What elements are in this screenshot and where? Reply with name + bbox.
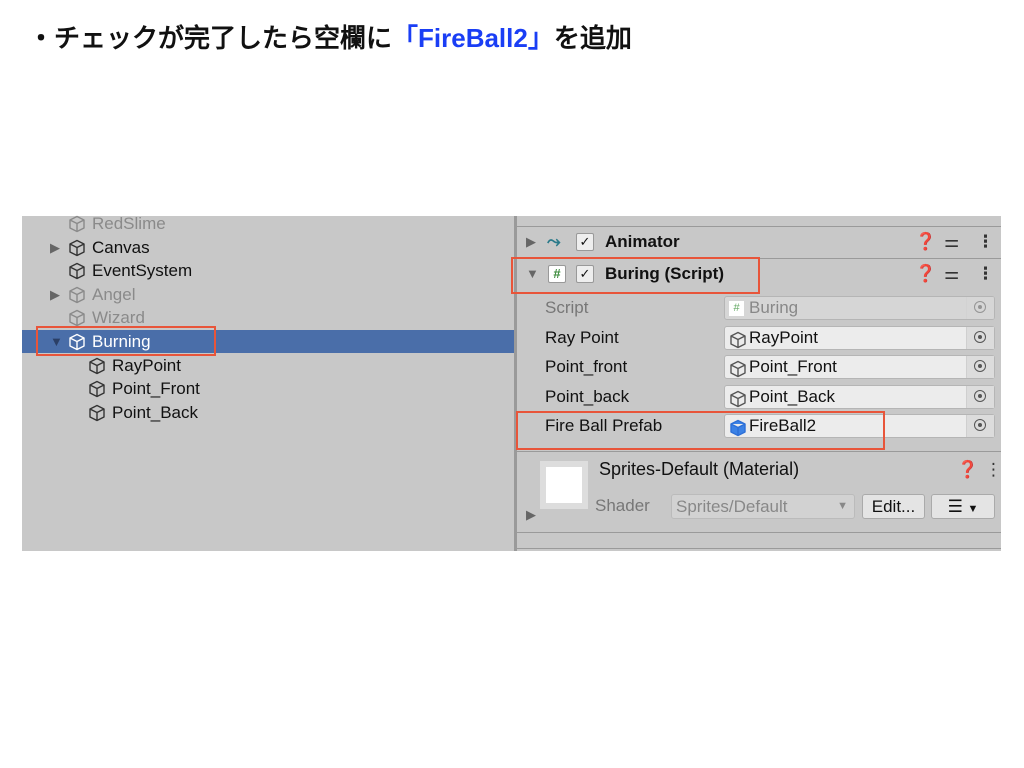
gameobject-icon [729,331,746,348]
object-picker-icon[interactable] [966,385,994,408]
field-value: Buring [749,298,799,317]
expand-triangle-icon[interactable]: ▶ [526,227,536,257]
field-value: Point_Front [749,357,837,376]
object-field[interactable]: Point_Back [724,384,995,409]
shader-dropdown[interactable]: Sprites/Default ▼ [671,494,855,519]
gameobject-icon [88,380,106,398]
component-title: Animator [605,232,680,251]
gameobject-icon [68,215,86,233]
animator-icon: ⤳ [547,232,561,251]
hierarchy-item[interactable]: Point_Back [22,401,514,424]
more-menu-icon[interactable]: ⋮ [985,460,1002,480]
animator-component-header[interactable]: ▶ ⤳ ✓ Animator ❓ ⚌ ⋮ [517,227,1001,257]
script-icon: # [729,301,744,316]
object-field[interactable]: Point_Front [724,355,995,379]
field-label: Point_back [545,386,630,406]
field-value: RayPoint [749,327,818,347]
help-icon[interactable]: ❓ [957,460,978,480]
hierarchy-item[interactable]: ▶ Angel [22,283,514,306]
field-label: Ray Point [545,327,619,347]
field-label: Script [545,298,589,317]
help-icon[interactable]: ❓ [915,259,936,289]
instruction-heading: ・チェックが完了したら空欄に「FireBall2」を追加 [28,23,632,53]
edit-shader-button[interactable]: Edit... [862,494,925,519]
chevron-down-icon: ▼ [837,500,848,512]
more-menu-icon[interactable]: ⋮ [977,259,994,289]
object-picker-icon[interactable] [966,356,994,378]
hierarchy-item[interactable]: EventSystem [22,259,514,282]
more-menu-icon[interactable]: ⋮ [977,227,994,257]
highlight-burning [36,326,216,356]
gameobject-icon [88,357,106,375]
object-picker-icon[interactable] [966,297,994,319]
material-title: Sprites-Default (Material) [599,459,800,479]
presets-icon[interactable]: ⚌ [944,227,959,257]
object-picker-icon[interactable] [966,326,994,349]
hierarchy-item-label: RedSlime [92,214,166,233]
hierarchy-item[interactable]: RayPoint [22,354,514,377]
object-field[interactable]: # Buring [724,296,995,320]
collapsed-arrow-icon[interactable]: ▶ [50,283,60,306]
shader-label: Shader [595,496,650,515]
hierarchy-item-label: Point_Back [112,402,198,422]
highlight-fireball-field [516,411,885,450]
gameobject-icon [68,262,86,280]
expand-triangle-icon[interactable]: ▶ [526,507,536,523]
gameobject-icon [729,360,746,378]
material-thumbnail [540,461,588,509]
collapsed-arrow-icon[interactable]: ▶ [50,236,60,259]
hierarchy-item[interactable]: RedSlime [22,212,514,235]
highlight-script-header [511,257,760,294]
field-label: Point_front [545,357,628,376]
object-field[interactable]: RayPoint [724,325,995,350]
animator-enabled-checkbox[interactable]: ✓ [576,233,594,251]
hierarchy-item-label: RayPoint [112,355,181,375]
hierarchy-item[interactable]: ▶ Canvas [22,236,514,259]
hierarchy-item-label: Point_Front [112,379,200,399]
shader-value: Sprites/Default [676,497,788,516]
shader-options-button[interactable]: ☰ ▼ [931,494,995,519]
field-value: Point_Back [749,386,835,406]
gameobject-icon [68,286,86,304]
chevron-down-icon: ▼ [967,503,979,515]
object-picker-icon[interactable] [966,415,994,437]
list-icon: ☰ [947,497,963,516]
hierarchy-panel: RedSlime ▶ Canvas EventSystem ▶ Angel Wizard ▼ B… [22,214,514,551]
gameobject-icon [88,404,106,422]
hierarchy-item[interactable]: Point_Front [22,377,514,400]
gameobject-icon [729,390,746,407]
hierarchy-item-label: Canvas [92,237,150,257]
help-icon[interactable]: ❓ [915,227,936,257]
hierarchy-item-label: Angel [92,284,136,304]
presets-icon[interactable]: ⚌ [944,259,959,289]
hierarchy-item-label: EventSystem [92,261,193,281]
gameobject-icon [68,239,86,257]
gameobject-icon [68,309,86,327]
